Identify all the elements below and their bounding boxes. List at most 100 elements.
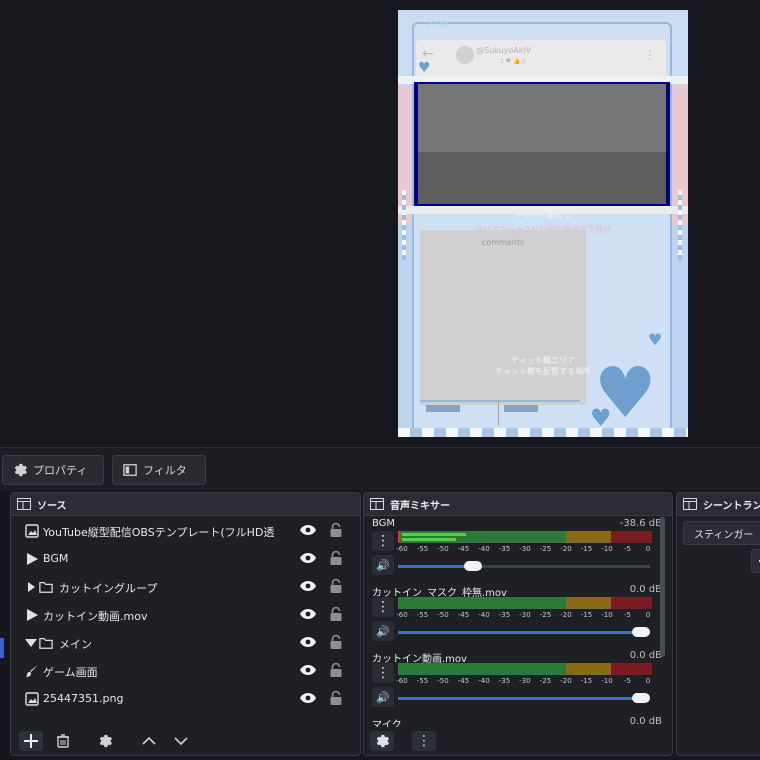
audio-mixer-dock: 音声ミキサー BGM -38.6 dB ⋮ -60 -55 -50 -45 -40 -35… bbox=[363, 492, 673, 756]
add-source-button[interactable] bbox=[19, 731, 43, 751]
mixer-channel: マイク 0.0 dB bbox=[364, 713, 670, 731]
preview-canvas[interactable]: 2:00 ← @SukuyoAkiV 1 ♥ 👍 0 ⋮ ♥ チャット欄は ↓ … bbox=[398, 10, 688, 437]
trash-icon bbox=[57, 734, 69, 748]
comment-button-right bbox=[504, 405, 538, 412]
mixer-scrollbar[interactable] bbox=[660, 517, 665, 657]
source-name: YouTube縦型配信OBSテンプレート(フルHD透 bbox=[43, 526, 275, 539]
volume-slider[interactable] bbox=[398, 627, 650, 637]
tick-label: -5 bbox=[624, 611, 631, 619]
level-meter bbox=[398, 531, 652, 543]
slider-knob[interactable] bbox=[463, 561, 482, 571]
slider-knob[interactable] bbox=[632, 627, 650, 637]
level-meter bbox=[398, 597, 652, 609]
source-name: メイン bbox=[59, 638, 92, 651]
lock-icon[interactable] bbox=[329, 662, 343, 678]
gear-icon bbox=[376, 734, 389, 748]
source-name: BGM bbox=[43, 552, 69, 565]
eye-icon[interactable] bbox=[299, 580, 317, 592]
play-icon bbox=[27, 609, 38, 621]
tick-label: -25 bbox=[539, 677, 552, 685]
transition-select[interactable]: スティンガー bbox=[683, 521, 760, 545]
tick-label: -55 bbox=[416, 611, 429, 619]
scene-transitions-dock: シーントラン スティンガー bbox=[676, 492, 760, 756]
transitions-dock-title: シーントラン bbox=[677, 493, 760, 516]
source-item[interactable]: メイン bbox=[25, 629, 355, 657]
channel-menu-button[interactable]: ⋮ bbox=[372, 663, 394, 683]
lock-icon[interactable] bbox=[329, 578, 343, 594]
slider-knob[interactable] bbox=[632, 693, 650, 703]
tick-label: -35 bbox=[498, 677, 511, 685]
play-icon bbox=[27, 553, 38, 565]
mixer-menu-button[interactable]: ⋮ bbox=[412, 731, 436, 751]
move-down-button[interactable] bbox=[169, 731, 193, 751]
filter-icon bbox=[123, 464, 137, 476]
level-bar bbox=[402, 538, 456, 541]
mute-button[interactable]: 🔊 bbox=[372, 687, 394, 707]
level-meter bbox=[398, 663, 652, 675]
channel-menu-button[interactable]: ⋮ bbox=[372, 597, 394, 617]
channel-db: 0.0 dB bbox=[629, 650, 662, 661]
kebab-icon: ⋮ bbox=[376, 665, 390, 681]
lock-icon[interactable] bbox=[329, 522, 343, 538]
add-transition-button[interactable] bbox=[751, 549, 760, 573]
tick-label: -20 bbox=[560, 545, 572, 553]
slider-fill bbox=[398, 565, 473, 568]
tick-label: -10 bbox=[601, 677, 613, 685]
tick-label: -5 bbox=[624, 545, 631, 553]
dock-window-icon[interactable] bbox=[17, 498, 31, 510]
small-heart-icon: ♥ bbox=[648, 330, 663, 349]
move-up-button[interactable] bbox=[137, 731, 161, 751]
chevron-down-icon[interactable] bbox=[25, 639, 37, 647]
meter-yellow-zone bbox=[565, 531, 612, 543]
channel-menu-button[interactable]: ⋮ bbox=[372, 531, 394, 551]
preview-area[interactable]: 2:00 ← @SukuyoAkiV 1 ♥ 👍 0 ⋮ ♥ チャット欄は ↓ … bbox=[0, 0, 760, 447]
lock-icon[interactable] bbox=[329, 690, 343, 706]
mute-button[interactable]: 🔊 bbox=[372, 621, 394, 641]
properties-button[interactable]: プロパティ bbox=[2, 455, 104, 485]
sources-dock-title: ソース bbox=[11, 493, 360, 516]
dock-window-icon[interactable] bbox=[683, 498, 697, 510]
tick-label: -20 bbox=[560, 677, 572, 685]
volume-slider[interactable] bbox=[398, 561, 650, 571]
meter-ticks: -60 -55 -50 -45 -40 -35 -30 -25 -20 -15 -10 -5 0 bbox=[396, 545, 656, 555]
meter-ticks: -60 -55 -50 -45 -40 -35 -30 -25 -20 -15 -10 -5 0 bbox=[396, 677, 656, 687]
filters-button[interactable]: フィルタ bbox=[112, 455, 206, 485]
eye-icon[interactable] bbox=[299, 608, 317, 620]
meter-red-zone bbox=[611, 663, 652, 675]
eye-icon[interactable] bbox=[299, 664, 317, 676]
source-item[interactable]: カットイングループ bbox=[25, 573, 355, 601]
lock-icon[interactable] bbox=[329, 634, 343, 650]
folder-icon bbox=[39, 638, 53, 649]
channel-db: -38.6 dB bbox=[619, 518, 662, 529]
eye-icon[interactable] bbox=[299, 636, 317, 648]
kebab-icon: ⋮ bbox=[417, 733, 431, 749]
remove-source-button[interactable] bbox=[51, 731, 75, 751]
channel-db: 0.0 dB bbox=[629, 584, 662, 595]
comment-divider bbox=[498, 402, 499, 426]
source-item[interactable]: 25447351.png bbox=[25, 685, 355, 713]
source-properties-button[interactable] bbox=[93, 731, 117, 751]
wavy-border bbox=[398, 428, 688, 437]
eye-icon[interactable] bbox=[299, 552, 317, 564]
volume-slider[interactable] bbox=[398, 693, 650, 703]
source-name: ゲーム画面 bbox=[43, 666, 98, 679]
tick-label: -50 bbox=[437, 611, 449, 619]
chevron-right-icon[interactable] bbox=[27, 582, 35, 592]
source-name: カットイングループ bbox=[59, 582, 158, 595]
source-item[interactable]: YouTube縦型配信OBSテンプレート(フルHD透 bbox=[25, 517, 355, 545]
lock-icon[interactable] bbox=[329, 550, 343, 566]
source-item[interactable]: BGM bbox=[25, 545, 355, 573]
chat-note-line1: チャット欄は ↓ bbox=[514, 211, 572, 220]
eye-icon[interactable] bbox=[299, 692, 317, 704]
source-item[interactable]: カットイン動画.mov bbox=[25, 601, 355, 629]
mute-button[interactable]: 🔊 bbox=[372, 555, 394, 575]
video-placeholder-bottom bbox=[418, 152, 666, 204]
tick-label: -40 bbox=[478, 545, 490, 553]
channel-db: 0.0 dB bbox=[629, 716, 662, 727]
lock-icon[interactable] bbox=[329, 606, 343, 622]
eye-icon[interactable] bbox=[299, 524, 317, 536]
side-decoration-right bbox=[678, 190, 682, 260]
source-item[interactable]: ゲーム画面 bbox=[25, 657, 355, 685]
advanced-audio-button[interactable] bbox=[370, 731, 394, 751]
dock-window-icon[interactable] bbox=[370, 498, 384, 510]
